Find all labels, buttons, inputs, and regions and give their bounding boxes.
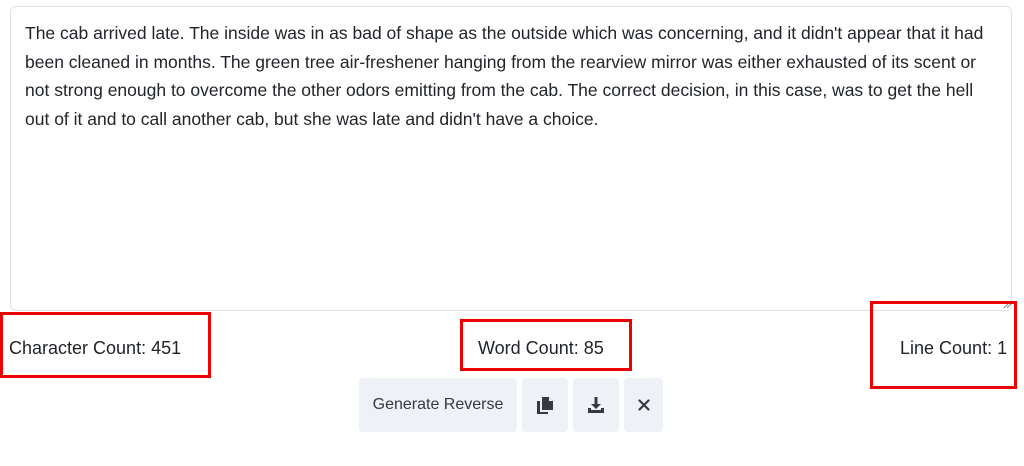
clear-button[interactable] — [624, 378, 663, 432]
text-editor[interactable]: The cab arrived late. The inside was in … — [10, 6, 1012, 311]
line-count-highlight — [870, 301, 1017, 389]
download-button[interactable] — [573, 378, 619, 432]
generate-reverse-label: Generate Reverse — [372, 396, 504, 413]
copy-button[interactable] — [522, 378, 568, 432]
character-count-highlight — [0, 312, 211, 378]
page: The cab arrived late. The inside was in … — [0, 0, 1024, 466]
close-icon — [637, 399, 650, 411]
download-icon — [588, 397, 604, 413]
copy-icon — [537, 397, 553, 414]
word-count-highlight — [460, 319, 632, 371]
generate-reverse-button[interactable]: Generate Reverse — [359, 378, 517, 432]
